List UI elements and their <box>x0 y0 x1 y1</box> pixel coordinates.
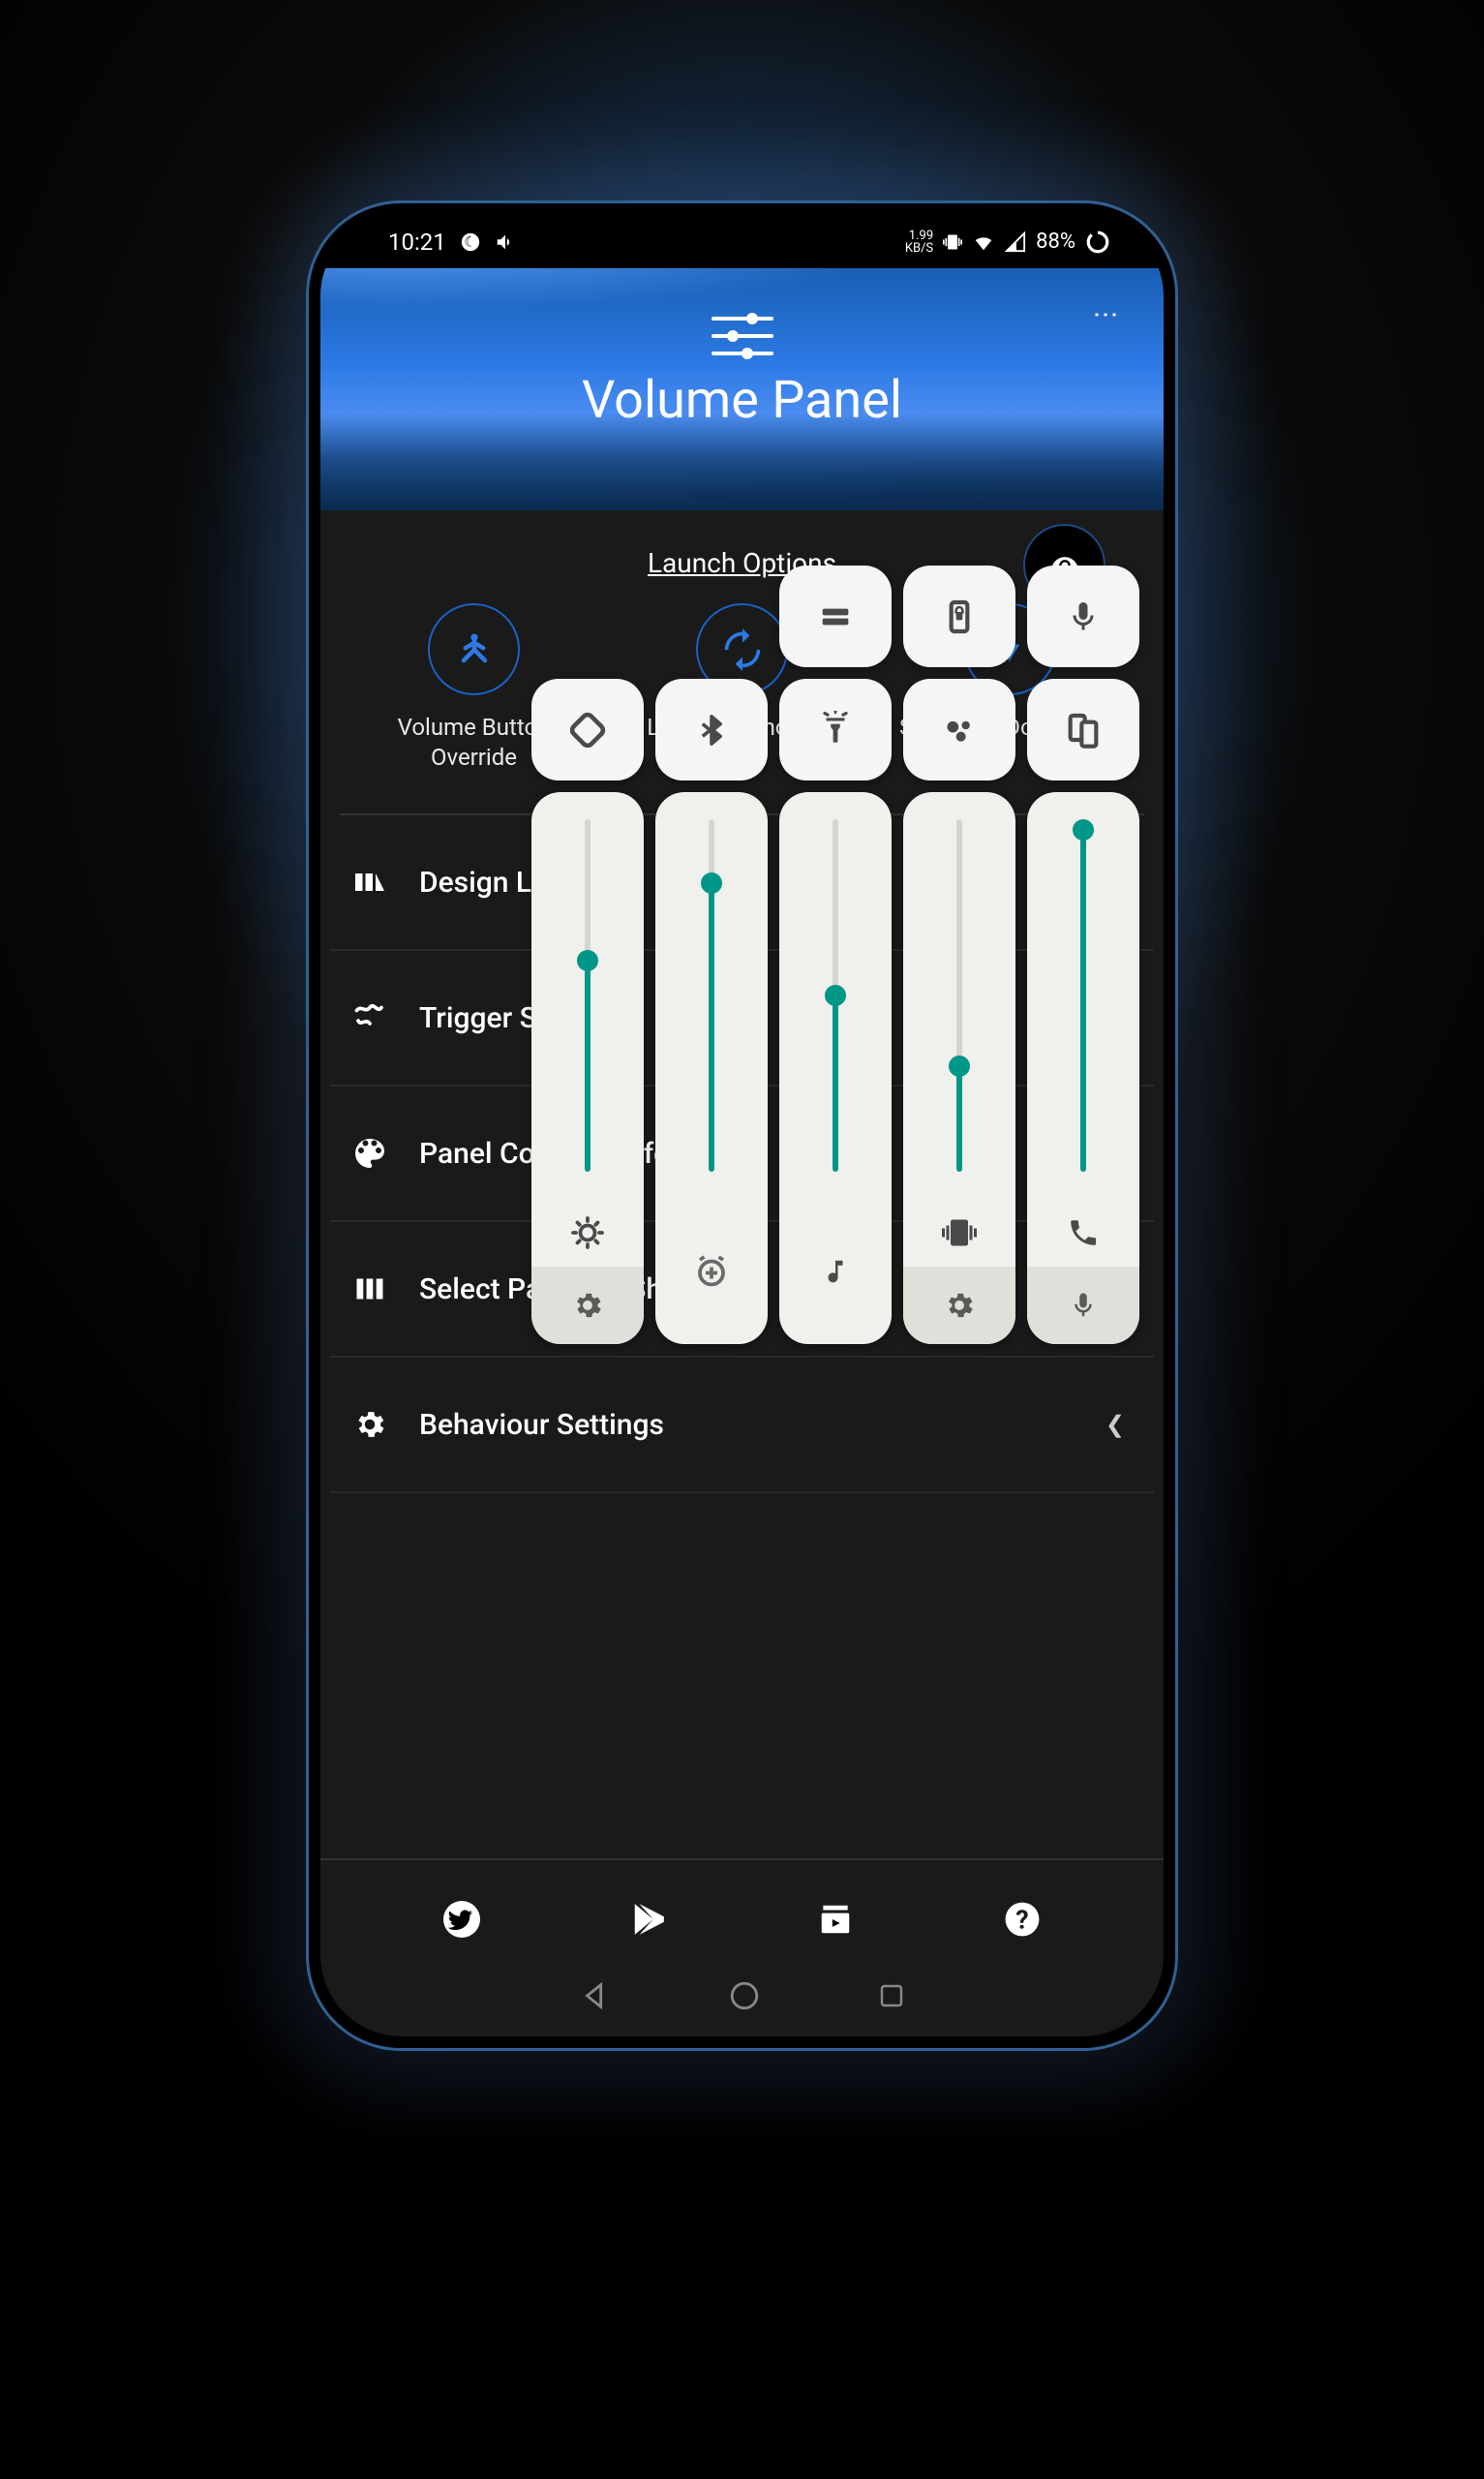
screen: 10:21 ☾ 1.99 KB/S <box>320 215 1164 2036</box>
nav-recents-button[interactable] <box>877 1981 906 2010</box>
slider-media <box>779 792 892 1344</box>
phone-frame: 10:21 ☾ 1.99 KB/S <box>309 203 1175 2048</box>
archive-button[interactable] <box>815 1899 856 1940</box>
gesture-icon <box>349 997 390 1038</box>
palette-icon <box>349 1133 390 1174</box>
slider-mic-button[interactable] <box>1027 1267 1139 1344</box>
volume-panel-overlay <box>525 566 1139 1344</box>
layout-icon <box>349 862 390 903</box>
menu-behaviour-settings[interactable]: Behaviour Settings ❮ <box>330 1358 1154 1493</box>
slider-track[interactable] <box>1027 792 1139 1199</box>
overflow-menu-button[interactable]: ⋮ <box>1091 302 1120 329</box>
app-header: Volume Panel ⋮ <box>320 268 1164 510</box>
app-logo-icon <box>704 297 781 375</box>
columns-icon <box>349 1269 390 1309</box>
play-store-button[interactable] <box>628 1899 669 1940</box>
slider-ring <box>903 792 1015 1344</box>
system-nav-bar <box>320 1954 1164 2036</box>
slider-brightness <box>531 792 644 1344</box>
svg-text:☾: ☾ <box>464 232 476 250</box>
slider-track[interactable] <box>531 792 644 1199</box>
gear-icon <box>349 1404 390 1445</box>
phone-icon[interactable] <box>1027 1199 1139 1267</box>
status-time: 10:21 <box>388 229 446 256</box>
twitter-button[interactable] <box>441 1899 482 1940</box>
tile-rotate[interactable] <box>531 679 644 780</box>
status-bar: 10:21 ☾ 1.99 KB/S <box>320 215 1164 268</box>
signal-icon <box>1005 231 1026 253</box>
chevron-right-icon: ❮ <box>1105 1411 1125 1438</box>
slider-row <box>525 792 1139 1344</box>
app-title: Volume Panel <box>582 370 902 431</box>
dnd-icon: ☾ <box>460 231 481 253</box>
help-button[interactable]: ? <box>1002 1899 1043 1940</box>
slider-track[interactable] <box>903 792 1015 1199</box>
alarm-plus-icon[interactable] <box>655 1199 768 1344</box>
slider-call <box>1027 792 1139 1344</box>
slider-alarm <box>655 792 768 1344</box>
tile-mic[interactable] <box>1027 566 1139 667</box>
shortcut-row-1 <box>525 566 1139 667</box>
battery-ring-icon <box>1085 230 1110 255</box>
slider-settings-button[interactable] <box>531 1267 644 1344</box>
brightness-icon[interactable] <box>531 1199 644 1267</box>
tile-colors[interactable] <box>903 679 1015 780</box>
network-speed: 1.99 KB/S <box>905 230 933 255</box>
nav-home-button[interactable] <box>728 1979 761 2012</box>
volume-icon <box>495 231 516 253</box>
tile-rotation-lock[interactable] <box>903 566 1015 667</box>
tile-bluetooth[interactable] <box>655 679 768 780</box>
vibrate-status-icon <box>943 231 962 253</box>
tile-screens[interactable] <box>1027 679 1139 780</box>
slider-settings-button[interactable] <box>903 1267 1015 1344</box>
nav-back-button[interactable] <box>579 1979 612 2012</box>
tile-equals[interactable] <box>779 566 892 667</box>
battery-text: 88% <box>1036 230 1075 254</box>
music-note-icon[interactable] <box>779 1199 892 1344</box>
wifi-icon <box>972 231 995 253</box>
social-bar: ? <box>320 1858 1164 1940</box>
shortcut-row-2 <box>525 679 1139 780</box>
slider-track[interactable] <box>779 792 892 1199</box>
slider-track[interactable] <box>655 792 768 1199</box>
svg-text:?: ? <box>1015 1905 1028 1936</box>
tile-flashlight[interactable] <box>779 679 892 780</box>
vibrate-icon[interactable] <box>903 1199 1015 1267</box>
